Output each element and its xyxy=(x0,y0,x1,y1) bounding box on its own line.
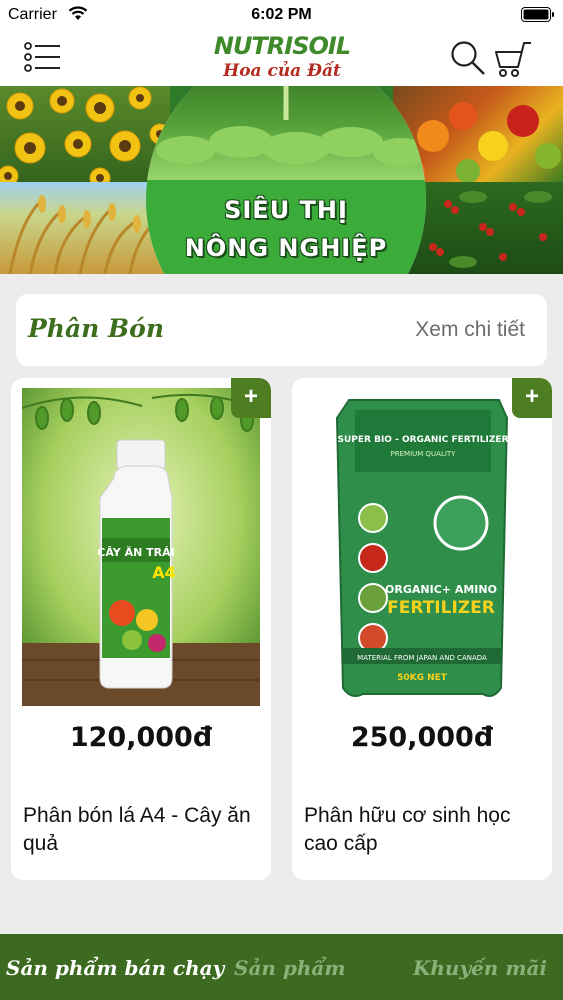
product-image[interactable]: CÂY ĂN TRÁI A4 xyxy=(22,388,260,706)
tab-products[interactable]: Sản phẩm xyxy=(234,956,346,980)
add-to-cart-button[interactable]: + xyxy=(512,378,552,418)
app-header: NUTRISOIL Hoa của Đất xyxy=(0,30,563,86)
svg-text:MATERIAL FROM JAPAN AND CANADA: MATERIAL FROM JAPAN AND CANADA xyxy=(357,654,487,662)
section-title: Phân Bón xyxy=(28,314,165,343)
status-bar: Carrier 6:02 PM xyxy=(0,0,563,30)
bottom-tab-bar: Sản phẩm bán chạy Sản phẩm Khuyến mãi xyxy=(0,934,563,1000)
menu-icon[interactable] xyxy=(24,41,62,73)
seedling-image xyxy=(146,86,426,180)
svg-text:50KG NET: 50KG NET xyxy=(397,673,448,683)
product-card[interactable]: CÂY ĂN TRÁI A4 + 120,000đ Phân bón lá A4… xyxy=(11,378,271,880)
status-time: 6:02 PM xyxy=(251,6,312,23)
banner-title: SIÊU THỊ xyxy=(224,196,348,224)
product-name[interactable]: Phân hữu cơ sinh học cao cấp xyxy=(304,802,544,858)
svg-text:CÂY ĂN TRÁI: CÂY ĂN TRÁI xyxy=(97,546,174,559)
svg-text:FERTILIZER: FERTILIZER xyxy=(387,598,495,618)
sunflower-image xyxy=(0,86,171,189)
cart-icon[interactable] xyxy=(493,40,533,78)
brand-logo[interactable]: NUTRISOIL Hoa của Đất xyxy=(208,30,356,86)
svg-text:PREMIUM QUALITY: PREMIUM QUALITY xyxy=(391,450,457,458)
tab-best-sellers[interactable]: Sản phẩm bán chạy xyxy=(6,956,224,980)
product-price: 120,000đ xyxy=(69,722,213,753)
section-header: Phân Bón Xem chi tiết xyxy=(16,294,547,366)
battery-icon xyxy=(521,7,554,22)
svg-text:SUPER BIO - ORGANIC FERTILIZER: SUPER BIO - ORGANIC FERTILIZER xyxy=(337,435,508,445)
promo-banner[interactable]: SIÊU THỊ NÔNG NGHIỆP xyxy=(0,86,563,274)
logo-tagline: Hoa của Đất xyxy=(223,61,341,81)
banner-subtitle: NÔNG NGHIỆP xyxy=(184,234,388,262)
product-card[interactable]: SUPER BIO - ORGANIC FERTILIZER PREMIUM Q… xyxy=(292,378,552,880)
product-price: 250,000đ xyxy=(350,722,494,753)
logo-wordmark: NUTRISOIL xyxy=(213,32,351,60)
svg-text:ORGANIC+ AMINO: ORGANIC+ AMINO xyxy=(385,583,497,596)
product-image[interactable]: SUPER BIO - ORGANIC FERTILIZER PREMIUM Q… xyxy=(303,388,541,706)
tab-promotions[interactable]: Khuyến mãi xyxy=(413,956,547,980)
search-icon[interactable] xyxy=(450,40,486,76)
svg-text:A4: A4 xyxy=(152,563,176,582)
app-screen: Carrier 6:02 PM NUTRISOIL Hoa của Đất SI… xyxy=(0,0,563,1000)
view-details-link[interactable]: Xem chi tiết xyxy=(415,318,525,342)
rice-field-image xyxy=(0,182,170,274)
product-name[interactable]: Phân bón lá A4 - Cây ăn quả xyxy=(23,802,263,858)
add-to-cart-button[interactable]: + xyxy=(231,378,271,418)
